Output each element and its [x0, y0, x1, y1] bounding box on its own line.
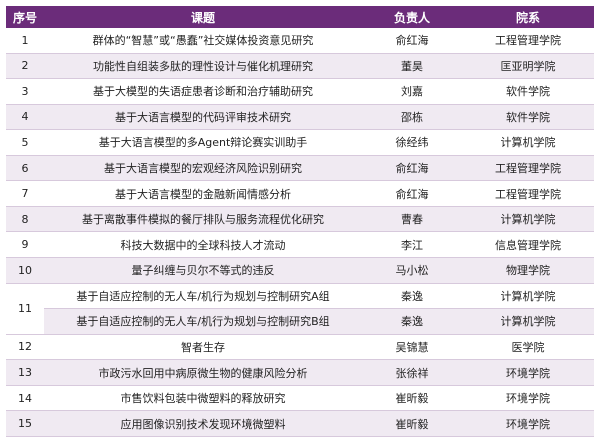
cell-title: 科技大数据中的全球科技人才流动 — [44, 231, 362, 258]
cell-leader: 崔昕毅 — [362, 410, 462, 437]
cell-no: 6 — [6, 155, 44, 182]
cell-title: 基于大语言模型的宏观经济风险识别研究 — [44, 155, 362, 182]
cell-school: 环境学院 — [462, 385, 594, 412]
cell-leader: 俞红海 — [362, 155, 462, 182]
table-row: 11 基于自适应控制的无人车/机行为规划与控制研究A组 秦逸 计算机学院 — [6, 283, 594, 335]
cell-school: 计算机学院 — [462, 308, 594, 335]
cell-leader: 邵栋 — [362, 104, 462, 131]
cell-title: 基于自适应控制的无人车/机行为规划与控制研究A组 — [44, 283, 362, 310]
cell-leader: 李江 — [362, 231, 462, 258]
page: 序号 课题 负责人 院系 1 群体的“智慧”或“愚蠢”社交媒体投资意见研究 俞红… — [0, 0, 600, 442]
cell-school: 计算机学院 — [462, 283, 594, 310]
cell-school: 工程管理学院 — [462, 28, 594, 54]
cell-school: 计算机学院 — [462, 206, 594, 233]
cell-leader: 崔昕毅 — [362, 385, 462, 412]
cell-no: 14 — [6, 385, 44, 412]
header-no: 序号 — [6, 6, 44, 28]
cell-school: 物理学院 — [462, 257, 594, 284]
table-row: 10 量子纠缠与贝尔不等式的违反 马小松 物理学院 — [6, 257, 594, 284]
cell-leader: 吴锦慧 — [362, 334, 462, 361]
cell-no: 1 — [6, 28, 44, 54]
cell-no: 8 — [6, 206, 44, 233]
cell-no: 15 — [6, 410, 44, 437]
cell-no: 11 — [6, 283, 44, 335]
table-row: 1 群体的“智慧”或“愚蠢”社交媒体投资意见研究 俞红海 工程管理学院 — [6, 28, 594, 54]
cell-school: 匡亚明学院 — [462, 53, 594, 80]
table-row: 12 智者生存 吴锦慧 医学院 — [6, 334, 594, 361]
table-row: 8 基于离散事件模拟的餐厅排队与服务流程优化研究 曹春 计算机学院 — [6, 206, 594, 233]
table-row: 14 市售饮料包装中微塑料的释放研究 崔昕毅 环境学院 — [6, 385, 594, 412]
cell-school: 医学院 — [462, 334, 594, 361]
header-title: 课题 — [44, 6, 362, 28]
cell-leader: 秦逸 — [362, 308, 462, 335]
cell-no: 13 — [6, 359, 44, 386]
cell-no: 10 — [6, 257, 44, 284]
cell-title: 基于离散事件模拟的餐厅排队与服务流程优化研究 — [44, 206, 362, 233]
cell-title: 智者生存 — [44, 334, 362, 361]
cell-title: 应用图像识别技术发现环境微塑料 — [44, 410, 362, 437]
cell-title: 市政污水回用中病原微生物的健康风险分析 — [44, 359, 362, 386]
table-row: 6 基于大语言模型的宏观经济风险识别研究 俞红海 工程管理学院 — [6, 155, 594, 182]
cell-title: 基于自适应控制的无人车/机行为规划与控制研究B组 — [44, 308, 362, 335]
table-row: 2 功能性自组装多肽的理性设计与催化机理研究 董昊 匡亚明学院 — [6, 53, 594, 80]
cell-title: 基于大模型的失语症患者诊断和治疗辅助研究 — [44, 78, 362, 105]
table-row: 15 应用图像识别技术发现环境微塑料 崔昕毅 环境学院 — [6, 410, 594, 437]
table-row: 4 基于大语言模型的代码评审技术研究 邵栋 软件学院 — [6, 104, 594, 131]
table-row: 5 基于大语言模型的多Agent辩论赛实训助手 徐经纬 计算机学院 — [6, 129, 594, 156]
cell-title: 群体的“智慧”或“愚蠢”社交媒体投资意见研究 — [44, 28, 362, 54]
cell-school: 软件学院 — [462, 104, 594, 131]
cell-no: 12 — [6, 334, 44, 361]
table-row: 9 科技大数据中的全球科技人才流动 李江 信息管理学院 — [6, 231, 594, 258]
cell-school: 工程管理学院 — [462, 180, 594, 207]
cell-leader: 马小松 — [362, 257, 462, 284]
cell-no: 3 — [6, 78, 44, 105]
table-row: 3 基于大模型的失语症患者诊断和治疗辅助研究 刘嘉 软件学院 — [6, 78, 594, 105]
cell-no: 4 — [6, 104, 44, 131]
cell-school: 计算机学院 — [462, 129, 594, 156]
cell-school: 工程管理学院 — [462, 155, 594, 182]
cell-title: 基于大语言模型的多Agent辩论赛实训助手 — [44, 129, 362, 156]
cell-leader: 俞红海 — [362, 180, 462, 207]
cell-school: 软件学院 — [462, 78, 594, 105]
header-school: 院系 — [462, 6, 594, 28]
cell-leader: 秦逸 — [362, 283, 462, 310]
cell-title: 功能性自组装多肽的理性设计与催化机理研究 — [44, 53, 362, 80]
cell-title: 市售饮料包装中微塑料的释放研究 — [44, 385, 362, 412]
table-row: 基于自适应控制的无人车/机行为规划与控制研究B组 秦逸 计算机学院 — [6, 308, 594, 335]
cell-title: 基于大语言模型的代码评审技术研究 — [44, 104, 362, 131]
table-header-row: 序号 课题 负责人 院系 — [6, 6, 594, 28]
cell-leader: 徐经纬 — [362, 129, 462, 156]
cell-leader: 俞红海 — [362, 28, 462, 54]
cell-title: 基于大语言模型的金融新闻情感分析 — [44, 180, 362, 207]
cell-school: 环境学院 — [462, 359, 594, 386]
cell-leader: 刘嘉 — [362, 78, 462, 105]
cell-leader: 张徐祥 — [362, 359, 462, 386]
cell-leader: 董昊 — [362, 53, 462, 80]
cell-no: 5 — [6, 129, 44, 156]
cell-no: 7 — [6, 180, 44, 207]
cell-leader: 曹春 — [362, 206, 462, 233]
table-row: 13 市政污水回用中病原微生物的健康风险分析 张徐祥 环境学院 — [6, 359, 594, 386]
cell-title: 量子纠缠与贝尔不等式的违反 — [44, 257, 362, 284]
table-row: 7 基于大语言模型的金融新闻情感分析 俞红海 工程管理学院 — [6, 180, 594, 207]
projects-table: 序号 课题 负责人 院系 1 群体的“智慧”或“愚蠢”社交媒体投资意见研究 俞红… — [6, 6, 594, 437]
cell-no: 9 — [6, 231, 44, 258]
cell-no: 2 — [6, 53, 44, 80]
header-leader: 负责人 — [362, 6, 462, 28]
cell-school: 环境学院 — [462, 410, 594, 437]
cell-school: 信息管理学院 — [462, 231, 594, 258]
